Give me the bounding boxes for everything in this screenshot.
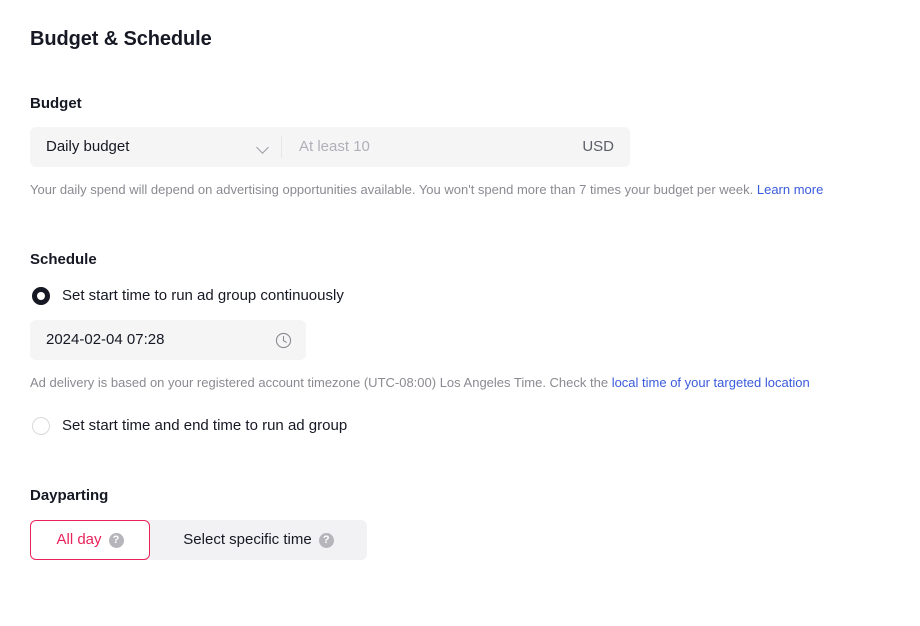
schedule-option-continuous[interactable]: Set start time to run ad group continuou… xyxy=(30,285,890,307)
budget-schedule-panel: Budget & Schedule Budget Daily budget US… xyxy=(0,0,920,626)
timezone-helper-text: Ad delivery is based on your registered … xyxy=(30,371,865,395)
dayparting-toggle-group: All day ? Select specific time ? xyxy=(30,520,367,560)
budget-type-value: Daily budget xyxy=(46,138,130,155)
budget-helper-sentence: Your daily spend will depend on advertis… xyxy=(30,182,757,197)
budget-section: Budget Daily budget USD Your daily spend… xyxy=(30,94,890,202)
dayparting-option-all-day-label: All day xyxy=(56,531,102,548)
schedule-section: Schedule Set start time to run ad group … xyxy=(30,250,890,437)
dayparting-section: Dayparting All day ? Select specific tim… xyxy=(30,486,890,560)
dayparting-section-label: Dayparting xyxy=(30,487,109,504)
chevron-down-icon xyxy=(256,140,270,154)
radio-selected-icon[interactable] xyxy=(32,287,50,305)
schedule-section-label: Schedule xyxy=(30,251,97,268)
dayparting-option-specific-time-label: Select specific time xyxy=(183,531,312,548)
dayparting-option-specific-time[interactable]: Select specific time ? xyxy=(150,520,367,560)
budget-currency-label: USD xyxy=(582,138,614,155)
local-time-link[interactable]: local time of your targeted location xyxy=(612,375,810,390)
schedule-option-continuous-label: Set start time to run ad group continuou… xyxy=(62,287,344,304)
budget-amount-input[interactable] xyxy=(299,137,583,157)
budget-helper-text: Your daily spend will depend on advertis… xyxy=(30,178,860,202)
budget-learn-more-link[interactable]: Learn more xyxy=(757,182,823,197)
budget-section-label: Budget xyxy=(30,95,82,112)
timezone-helper-sentence: Ad delivery is based on your registered … xyxy=(30,375,612,390)
start-time-field[interactable]: 2024-02-04 07:28 xyxy=(30,320,306,360)
budget-type-select[interactable]: Daily budget xyxy=(30,127,282,167)
page-title: Budget & Schedule xyxy=(30,28,212,50)
radio-unselected-icon[interactable] xyxy=(32,417,50,435)
dayparting-option-all-day[interactable]: All day ? xyxy=(30,520,150,560)
start-time-value: 2024-02-04 07:28 xyxy=(46,331,165,348)
clock-icon[interactable] xyxy=(275,332,292,349)
budget-amount-wrapper xyxy=(282,127,583,167)
help-circle-icon[interactable]: ? xyxy=(318,532,334,548)
schedule-option-start-end[interactable]: Set start time and end time to run ad gr… xyxy=(30,415,890,437)
schedule-option-start-end-label: Set start time and end time to run ad gr… xyxy=(62,417,348,434)
budget-field: Daily budget USD xyxy=(30,127,630,167)
help-circle-icon[interactable]: ? xyxy=(108,532,124,548)
